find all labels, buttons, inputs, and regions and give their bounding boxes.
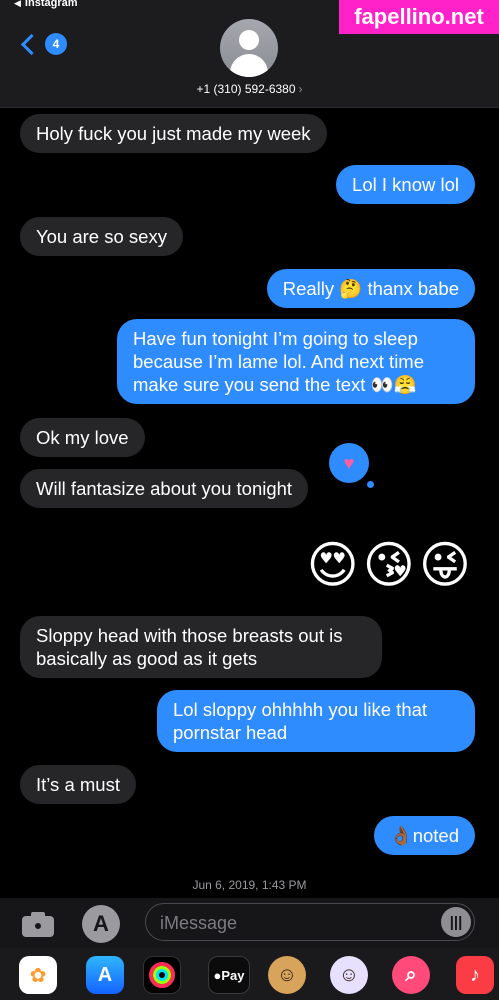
app-drawer: ✿ A ● Pay ☺ ☺ ⌕ ♪ [0, 948, 499, 1000]
compose-bar: A ||| [0, 898, 499, 948]
heart-tapback-icon[interactable]: ♥ [329, 443, 369, 483]
chevron-left-icon [20, 33, 43, 55]
message-input-field[interactable]: ||| [145, 903, 475, 941]
back-button[interactable]: 4 [18, 33, 67, 55]
watermark: fapellino.net [339, 0, 499, 34]
back-triangle-icon: ◀ [14, 0, 21, 8]
camera-icon[interactable] [20, 909, 56, 937]
memoji-stickers-icon[interactable]: ☺ [330, 956, 368, 994]
message-bubble-incoming[interactable]: Ok my love [20, 418, 145, 457]
message-bubble-outgoing[interactable]: Really 🤔 thanx babe [266, 269, 475, 308]
message-bubble-outgoing[interactable]: 👌🏾noted [373, 816, 475, 855]
voice-memo-icon[interactable]: ||| [441, 907, 471, 937]
person-icon [239, 30, 259, 50]
imessage-input[interactable] [160, 912, 420, 934]
search-images-icon[interactable]: ⌕ [392, 956, 430, 994]
message-bubble-incoming[interactable]: Will fantasize about you tonight [20, 469, 309, 508]
chevron-right-icon: › [298, 82, 303, 96]
message-bubble-outgoing[interactable]: Lol sloppy ohhhhh you like that pornstar… [157, 690, 475, 752]
tapback-tail [367, 481, 374, 488]
contact-name[interactable]: +1 (310) 592-6380 › [0, 82, 499, 96]
photos-icon[interactable]: ✿ [19, 956, 57, 994]
music-icon[interactable]: ♪ [456, 956, 494, 994]
message-timestamp: Jun 6, 2019, 1:43 PM [192, 878, 307, 892]
emoji-message[interactable]: 😍😘😜 [307, 536, 475, 594]
message-bubble-incoming[interactable]: You are so sexy [20, 217, 183, 256]
message-bubble-incoming[interactable]: Sloppy head with those breasts out is ba… [20, 616, 382, 678]
back-to-app-link[interactable]: ◀ Instagram [14, 0, 78, 9]
app-store-icon[interactable]: A [86, 956, 124, 994]
unread-badge: 4 [45, 33, 67, 55]
message-bubble-outgoing[interactable]: Have fun tonight I’m going to sleep beca… [117, 319, 475, 404]
contact-avatar[interactable] [220, 19, 278, 77]
message-bubble-incoming[interactable]: Holy fuck you just made my week [20, 114, 327, 153]
memoji-icon[interactable]: ☺ [268, 956, 306, 994]
app-store-icon[interactable]: A [82, 905, 120, 943]
back-app-label: Instagram [24, 0, 78, 9]
message-bubble-outgoing[interactable]: Lol I know lol [336, 165, 475, 204]
apple-pay-icon[interactable]: ● Pay [208, 956, 250, 994]
message-bubble-incoming[interactable]: It’s a must [20, 765, 136, 804]
activity-icon[interactable] [143, 956, 181, 994]
